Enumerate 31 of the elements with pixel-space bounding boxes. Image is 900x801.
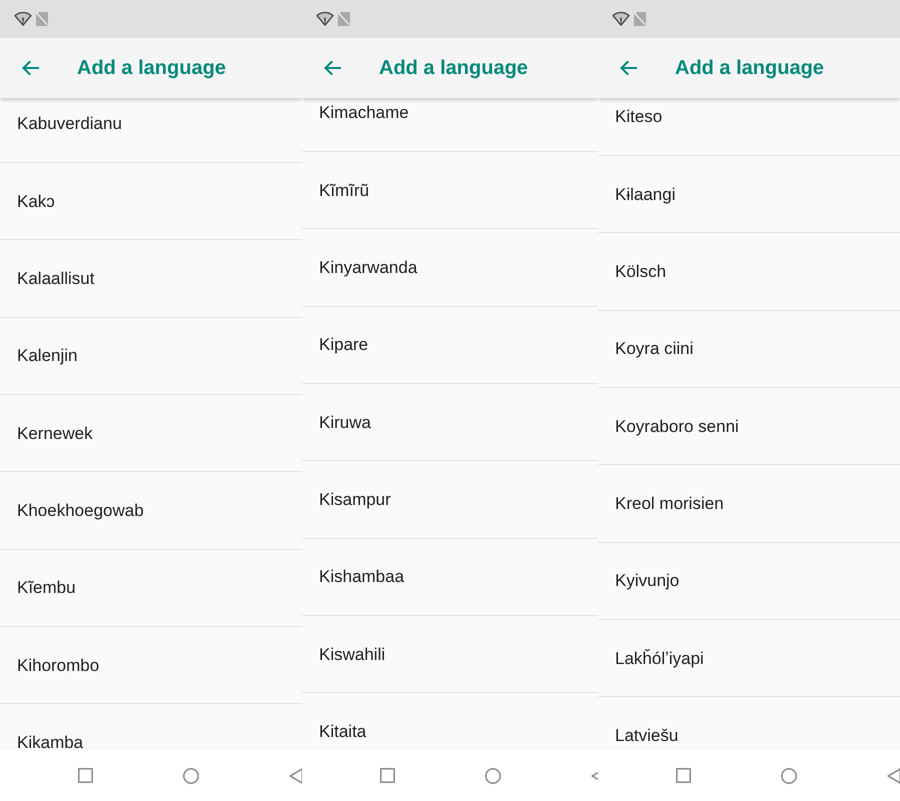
language-item[interactable]: Lakȟólʼiyapi bbox=[598, 620, 900, 698]
language-item[interactable]: Kiteso bbox=[598, 98, 900, 156]
sim-off-icon bbox=[634, 12, 646, 26]
language-item[interactable]: Kreol morisien bbox=[598, 465, 900, 543]
language-item[interactable]: Kyivunjo bbox=[598, 542, 900, 620]
back-arrow-icon[interactable] bbox=[323, 60, 341, 76]
sim-off-icon bbox=[338, 12, 350, 26]
page-title: Add a language bbox=[379, 56, 528, 80]
wifi-alert-icon bbox=[14, 12, 32, 26]
triangle-icon[interactable] bbox=[887, 768, 900, 784]
square-icon[interactable] bbox=[78, 768, 93, 783]
language-item[interactable]: Kikamba bbox=[0, 704, 302, 750]
circle-icon[interactable] bbox=[183, 768, 199, 784]
back-arrow-icon[interactable] bbox=[619, 60, 637, 76]
circle-icon[interactable] bbox=[485, 768, 501, 784]
language-item[interactable]: Koyraboro senni bbox=[598, 388, 900, 466]
sim-off-icon bbox=[36, 12, 48, 26]
language-item[interactable]: Kölsch bbox=[598, 233, 900, 311]
language-item[interactable]: Latviešu bbox=[598, 697, 900, 750]
language-item[interactable]: Koyra ciini bbox=[598, 310, 900, 388]
page-title: Add a language bbox=[675, 56, 824, 80]
square-icon[interactable] bbox=[676, 768, 691, 783]
wifi-alert-icon bbox=[612, 12, 630, 26]
back-arrow-icon[interactable] bbox=[21, 60, 39, 76]
triangle-icon[interactable] bbox=[289, 768, 302, 784]
language-item[interactable]: Kɨlaangi bbox=[598, 156, 900, 234]
page-title: Add a language bbox=[77, 56, 226, 80]
square-icon[interactable] bbox=[380, 768, 395, 783]
circle-icon[interactable] bbox=[781, 768, 797, 784]
wifi-alert-icon bbox=[316, 12, 334, 26]
language-item[interactable]: Kitaita bbox=[302, 693, 598, 750]
